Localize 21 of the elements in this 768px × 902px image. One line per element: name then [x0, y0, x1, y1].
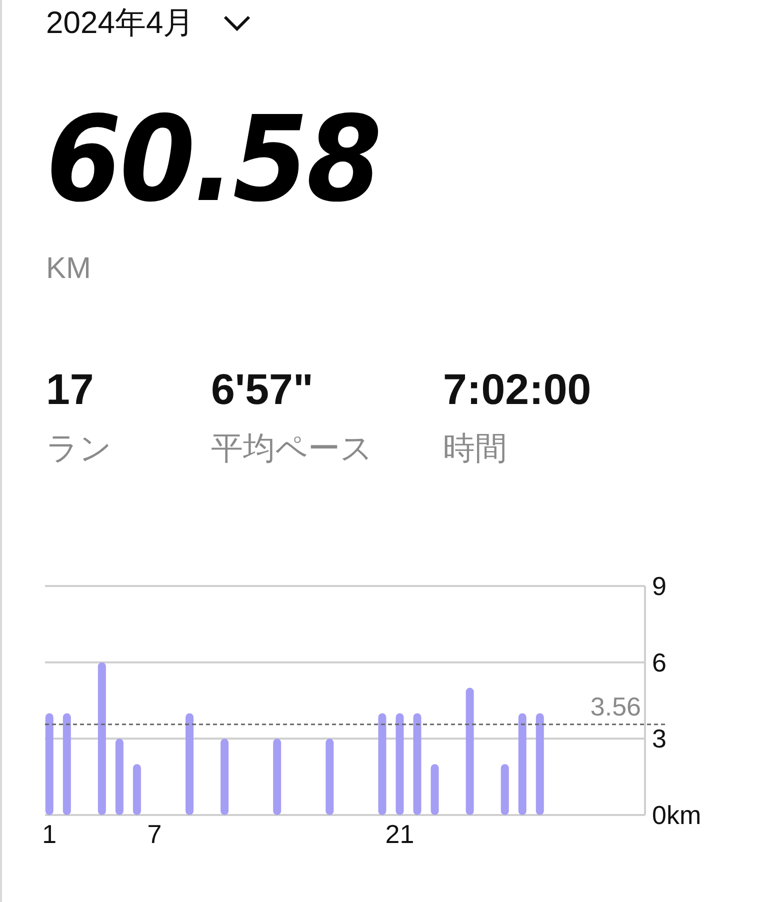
stat-value: 6'57": [211, 366, 314, 415]
month-selector[interactable]: 2024年4月: [46, 2, 252, 44]
total-distance: 60.58: [46, 100, 380, 218]
average-label: 3.56: [590, 691, 641, 722]
bar: [430, 764, 439, 815]
bar: [132, 764, 141, 815]
axis-label: 0km: [652, 800, 702, 830]
stat-value: 17: [46, 366, 95, 415]
chevron-down-icon: [222, 14, 252, 32]
stat-label: ラン: [46, 429, 113, 468]
stat-value: 7:02:00: [443, 366, 592, 415]
axis-label: 3: [652, 724, 666, 754]
stat-label: 時間: [443, 429, 508, 468]
bar: [500, 764, 509, 815]
axis-label: 1: [42, 819, 57, 849]
stat-label: 平均ペース: [211, 429, 374, 468]
axis-label: 7: [147, 819, 162, 849]
distance-unit: KM: [46, 252, 92, 286]
axis-label: 9: [652, 571, 666, 601]
axis-label: 6: [652, 647, 666, 678]
axis-label: 21: [385, 819, 414, 849]
